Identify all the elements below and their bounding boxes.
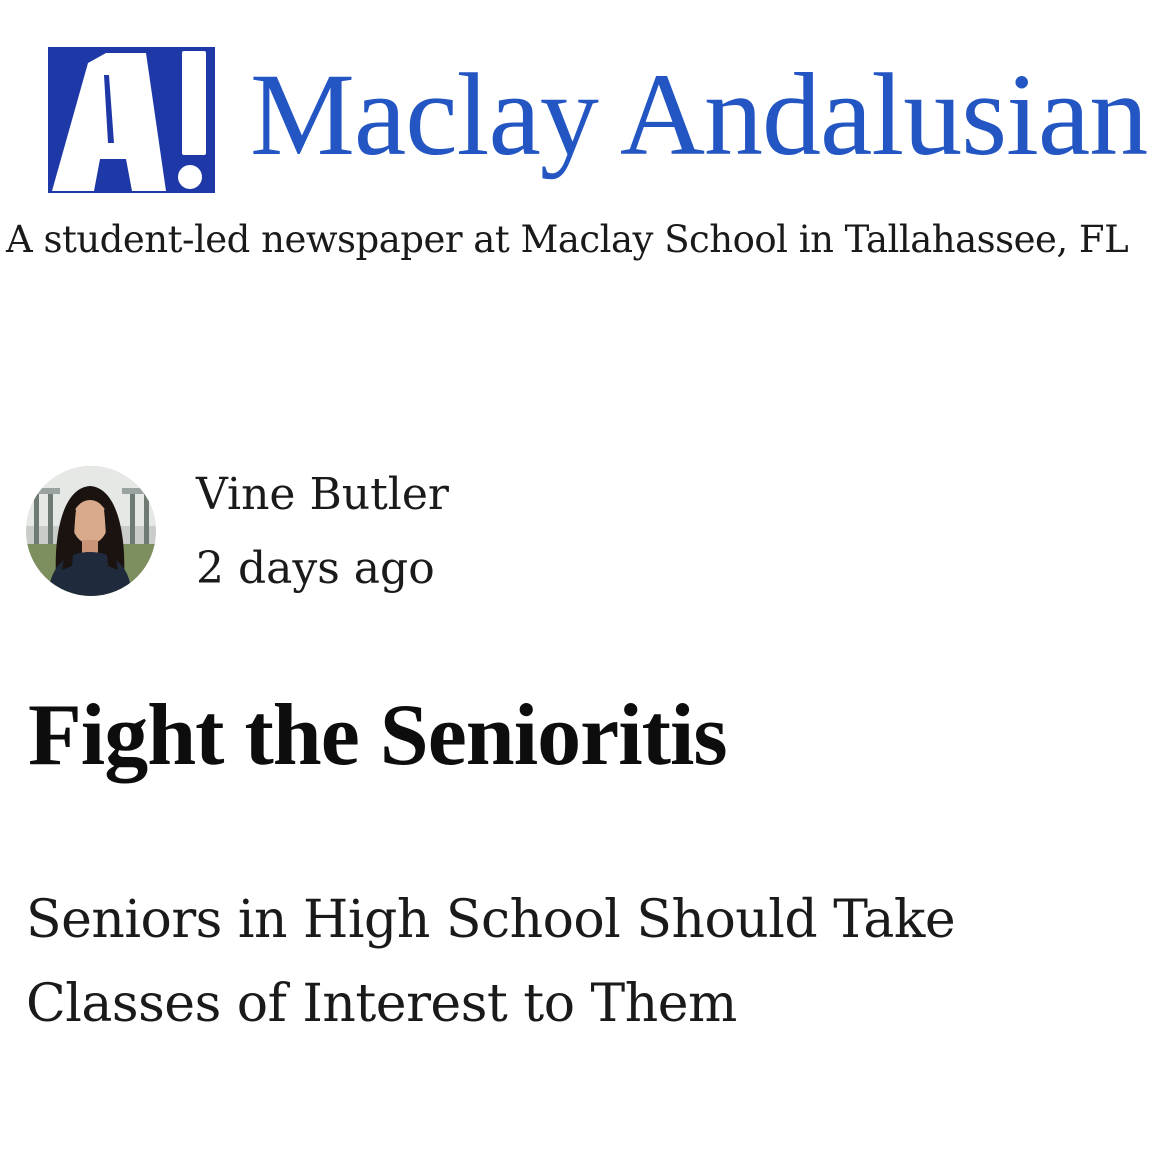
article-byline: Vine Butler 2 days ago [26,466,726,598]
author-avatar[interactable] [26,466,156,596]
site-header: Maclay Andalusian A student-led newspape… [0,0,1175,280]
site-title[interactable]: Maclay Andalusian [250,56,1148,174]
article-title[interactable]: Fight the Senioritis [28,687,728,785]
site-tagline: A student-led newspaper at Maclay School… [6,218,1129,261]
andalusian-a-logo-icon[interactable] [48,47,215,193]
author-name[interactable]: Vine Butler [196,466,449,523]
article-subtitle: Seniors in High School Should Take Class… [26,890,956,1034]
post-date: 2 days ago [196,543,435,594]
